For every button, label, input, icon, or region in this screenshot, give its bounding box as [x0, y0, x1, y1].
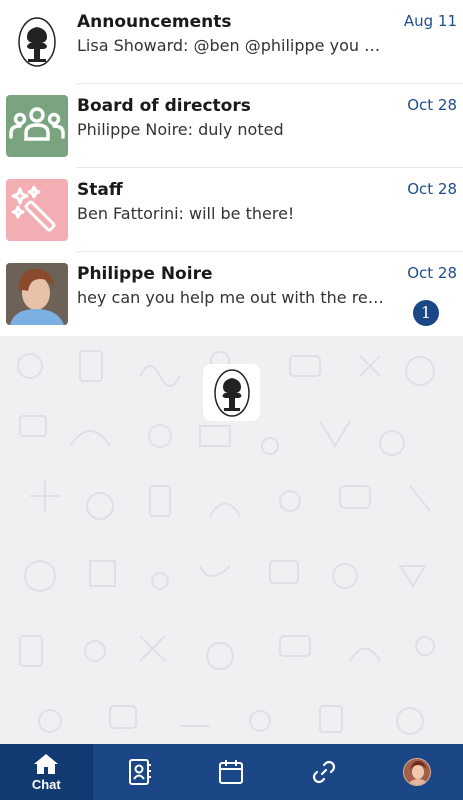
- ncfdn-logo-avatar: [6, 11, 68, 73]
- chat-title: Staff: [77, 180, 123, 200]
- chat-content: Staff Ben Fattorini: will be there!: [77, 178, 451, 226]
- chat-content: Board of directors Philippe Noire: duly …: [77, 94, 451, 142]
- chat-date: Aug 11: [403, 12, 457, 30]
- unread-badge: 1: [413, 300, 439, 326]
- ncfdn-center-logo: [203, 364, 260, 421]
- chat-row-philippe[interactable]: Philippe Noire hey can you help me out w…: [0, 252, 463, 336]
- chat-title: Announcements: [77, 12, 232, 32]
- tab-chat-label: Chat: [31, 777, 61, 792]
- tab-profile[interactable]: [370, 744, 463, 800]
- chat-row-announcements[interactable]: Announcements Lisa Showard: @ben @philip…: [0, 0, 463, 84]
- calendar-icon: [219, 760, 244, 784]
- link-icon: [312, 760, 336, 784]
- chat-wallpaper: [0, 336, 463, 744]
- chat-preview: Philippe Noire: duly noted: [77, 120, 284, 139]
- chat-row-board[interactable]: Board of directors Philippe Noire: duly …: [0, 84, 463, 168]
- chat-title: Philippe Noire: [77, 264, 213, 284]
- chat-title: Board of directors: [77, 96, 251, 116]
- tab-chat[interactable]: Chat: [0, 744, 93, 800]
- group-icon: [6, 95, 68, 157]
- chat-date: Oct 28: [407, 180, 457, 198]
- chat-preview: Lisa Showard: @ben @philippe you are …: [77, 36, 389, 55]
- tab-links[interactable]: [278, 744, 371, 800]
- chat-date: Oct 28: [407, 264, 457, 282]
- profile-avatar: [402, 758, 431, 786]
- contacts-book-icon: [128, 759, 151, 785]
- chat-content: Philippe Noire hey can you help me out w…: [77, 262, 451, 310]
- tab-calendar[interactable]: [185, 744, 278, 800]
- chat-preview: hey can you help me out with the repo…: [77, 288, 389, 307]
- chat-content: Announcements Lisa Showard: @ben @philip…: [77, 10, 451, 58]
- ncfdn-logo-icon: [213, 368, 250, 417]
- chat-preview: Ben Fattorini: will be there!: [77, 204, 295, 223]
- home-icon: [34, 754, 59, 774]
- chat-list: Announcements Lisa Showard: @ben @philip…: [0, 0, 463, 336]
- bottom-tab-bar: Chat: [0, 744, 463, 800]
- ncfdn-logo-icon: [18, 17, 56, 67]
- magic-wand-icon: [6, 179, 68, 241]
- person-photo-avatar: [6, 263, 68, 325]
- chat-row-staff[interactable]: Staff Ben Fattorini: will be there! Oct …: [0, 168, 463, 252]
- chat-date: Oct 28: [407, 96, 457, 114]
- tab-contacts[interactable]: [93, 744, 186, 800]
